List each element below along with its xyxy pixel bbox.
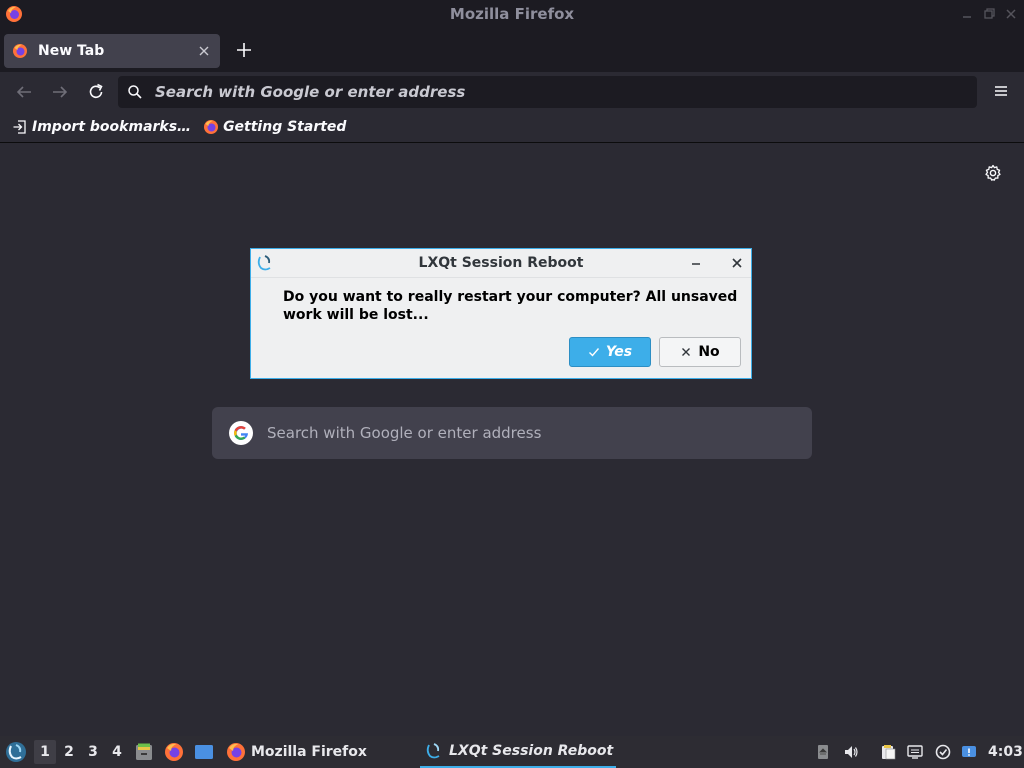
- workspace-2[interactable]: 2: [58, 740, 80, 764]
- dialog-body: Do you want to really restart your compu…: [251, 277, 751, 378]
- back-button[interactable]: [14, 82, 34, 102]
- volume-icon[interactable]: [843, 744, 859, 760]
- tab-strip: New Tab: [0, 28, 1024, 72]
- update-notifier-icon[interactable]: [935, 744, 951, 760]
- cross-icon: [682, 348, 691, 356]
- url-bar[interactable]: [118, 76, 977, 108]
- dialog-message: Do you want to really restart your compu…: [283, 289, 738, 323]
- workspace-3[interactable]: 3: [82, 740, 104, 764]
- navigation-bar: [0, 72, 1024, 112]
- bookmark-label: Import bookmarks…: [32, 119, 192, 135]
- forward-button[interactable]: [50, 82, 70, 102]
- url-input[interactable]: [153, 82, 957, 102]
- new-tab-page: [0, 143, 1024, 736]
- yes-button[interactable]: Yes: [569, 337, 651, 367]
- task-label: LXQt Session Reboot: [449, 743, 614, 759]
- close-window-icon[interactable]: [1004, 6, 1018, 20]
- removable-media-icon[interactable]: [815, 744, 831, 760]
- content-search-input[interactable]: [265, 423, 789, 443]
- window-titlebar[interactable]: Mozilla Firefox: [0, 0, 1024, 28]
- firefox-icon: [13, 44, 27, 58]
- close-icon[interactable]: [730, 256, 744, 270]
- bookmark-label: Getting Started: [223, 119, 347, 135]
- show-desktop-icon[interactable]: [194, 742, 214, 762]
- task-firefox[interactable]: Mozilla Firefox: [226, 736, 367, 768]
- tab-label: New Tab: [38, 43, 105, 59]
- task-label: Mozilla Firefox: [251, 744, 367, 760]
- window-title: Mozilla Firefox: [449, 5, 575, 23]
- tab-new-tab[interactable]: New Tab: [4, 34, 220, 68]
- lxqt-menu-icon[interactable]: [5, 741, 27, 763]
- yes-label: Yes: [605, 344, 633, 360]
- file-manager-icon[interactable]: [134, 742, 154, 762]
- minimize-icon[interactable]: [689, 256, 703, 270]
- network-icon[interactable]: [907, 744, 923, 760]
- taskbar: 1 2 3 4 Mozilla Firefox LXQt Session Reb…: [0, 736, 1024, 768]
- import-icon: [13, 120, 26, 134]
- workspace-4[interactable]: 4: [106, 740, 128, 764]
- reboot-dialog: LXQt Session Reboot Do you want to reall…: [250, 248, 752, 379]
- lxqt-icon: [426, 743, 440, 759]
- clipboard-icon[interactable]: [880, 744, 896, 760]
- reload-button[interactable]: [86, 82, 106, 102]
- firefox-icon: [204, 120, 219, 134]
- firefox-icon: [227, 743, 245, 761]
- restore-icon[interactable]: [982, 6, 996, 20]
- new-tab-button[interactable]: [234, 40, 254, 60]
- task-session-reboot[interactable]: LXQt Session Reboot: [420, 736, 616, 768]
- search-icon: [128, 85, 142, 99]
- clock[interactable]: 4:03: [988, 736, 1023, 768]
- google-icon: [229, 421, 253, 445]
- no-button[interactable]: No: [659, 337, 741, 367]
- no-label: No: [698, 344, 720, 360]
- gear-icon[interactable]: [984, 164, 1002, 182]
- firefox-icon: [6, 6, 22, 22]
- close-tab-icon[interactable]: [196, 43, 212, 59]
- dialog-title: LXQt Session Reboot: [418, 255, 584, 271]
- notification-icon[interactable]: [961, 744, 977, 760]
- checkmark-icon: [588, 348, 599, 357]
- workspace-1[interactable]: 1: [34, 740, 56, 764]
- bookmark-import[interactable]: Import bookmarks…: [12, 119, 191, 135]
- dialog-titlebar[interactable]: LXQt Session Reboot: [251, 249, 751, 277]
- bookmarks-toolbar: Import bookmarks… Getting Started: [0, 112, 1024, 143]
- content-search-box[interactable]: [212, 407, 812, 459]
- bookmark-getting-started[interactable]: Getting Started: [203, 119, 346, 135]
- lxqt-icon: [257, 255, 271, 271]
- minimize-icon[interactable]: [960, 6, 974, 20]
- hamburger-menu-icon[interactable]: [992, 82, 1010, 100]
- firefox-icon[interactable]: [164, 742, 184, 762]
